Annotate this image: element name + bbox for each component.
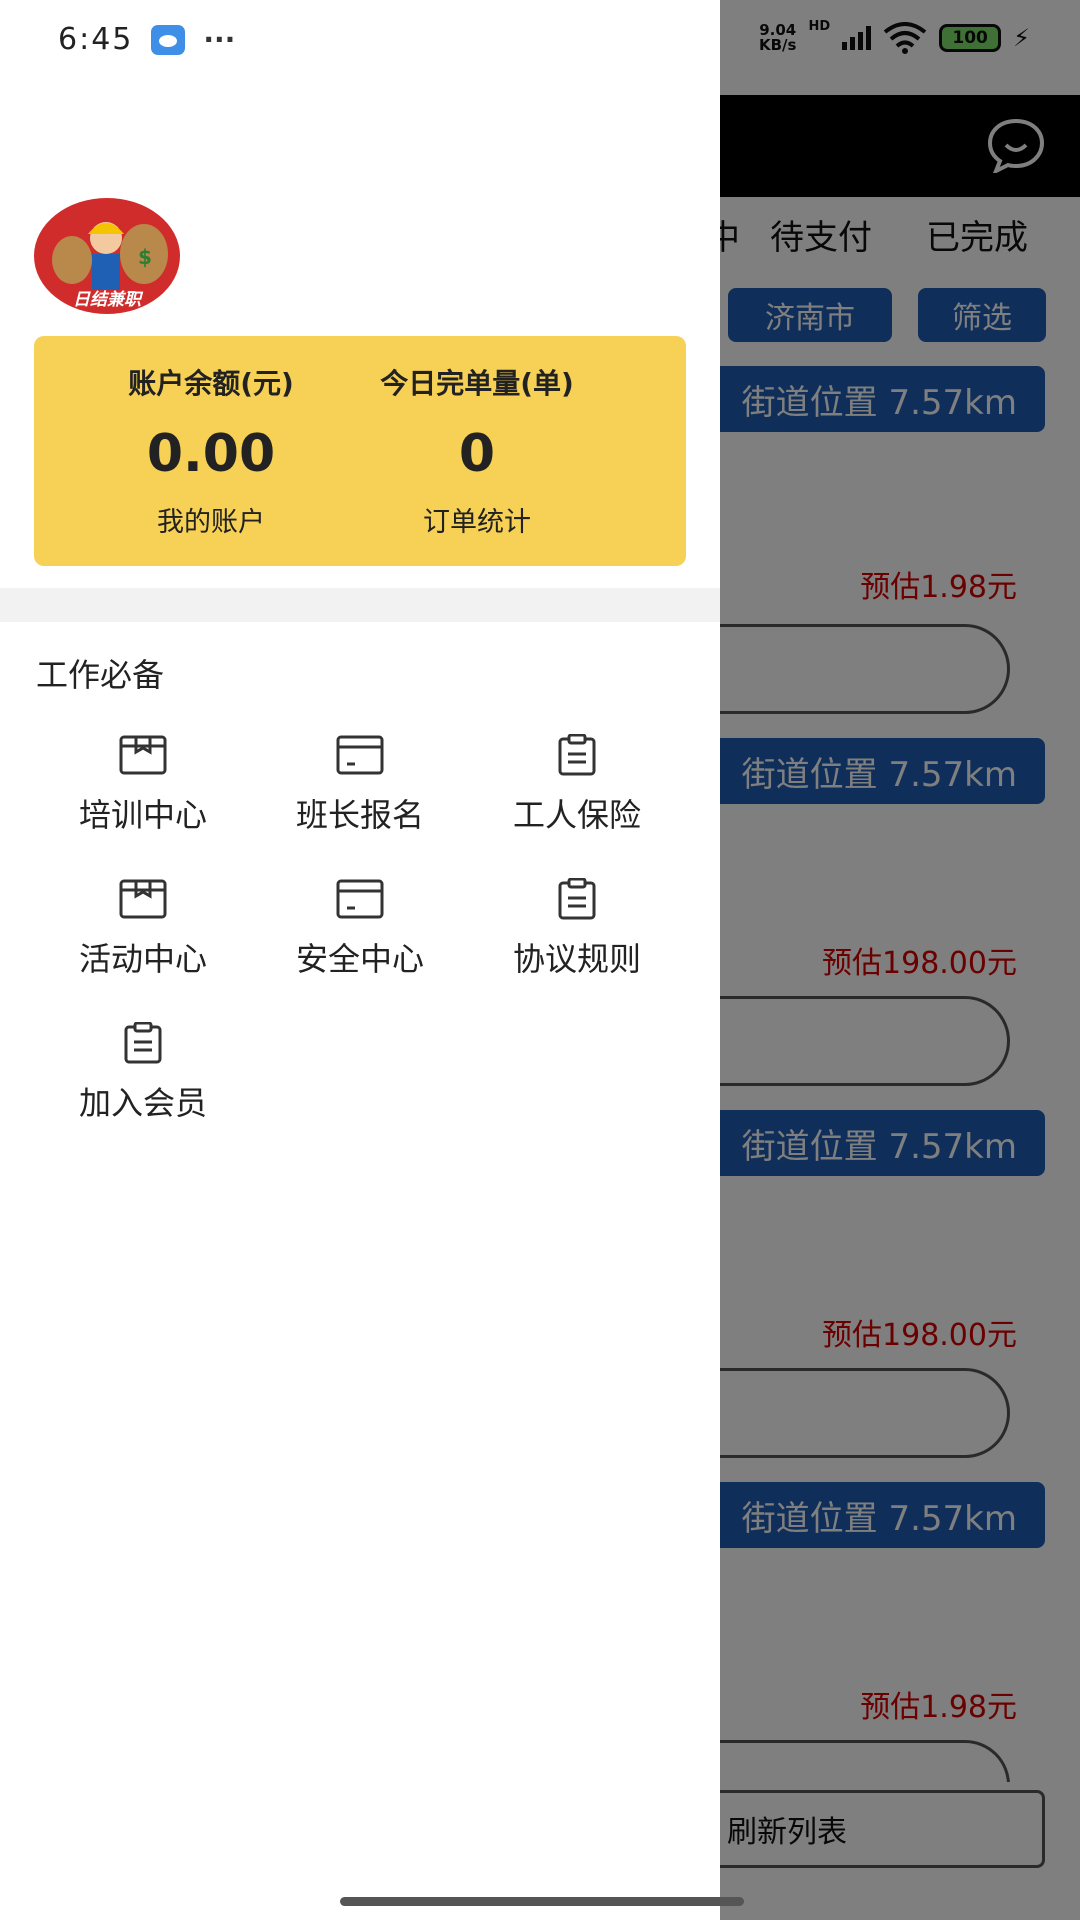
box-icon <box>119 879 167 919</box>
orders-today-label: 今日完单量(单) <box>380 367 574 400</box>
clipboard-icon <box>124 1021 162 1064</box>
tool-activity-center[interactable]: 活动中心 <box>43 878 243 980</box>
svg-text:$: $ <box>138 245 152 269</box>
balance-label: 账户余额(元) <box>128 367 294 400</box>
tool-label: 协议规则 <box>512 940 641 978</box>
card-icon <box>336 879 384 919</box>
tool-label: 培训中心 <box>78 796 207 834</box>
tool-label: 安全中心 <box>295 940 424 978</box>
account-stats-card: 账户余额(元) 0.00 我的账户 今日完单量(单) 0 订单统计 <box>34 336 686 566</box>
status-bar-left: 6:45 ··· <box>58 22 235 57</box>
tool-safety-center[interactable]: 安全中心 <box>260 878 460 980</box>
tool-training-center[interactable]: 培训中心 <box>43 734 243 836</box>
my-account-link[interactable]: 我的账户 <box>78 500 344 539</box>
card-icon <box>336 735 384 775</box>
tool-label: 加入会员 <box>78 1084 207 1122</box>
clipboard-icon <box>558 733 596 776</box>
status-time: 6:45 <box>58 22 134 57</box>
home-indicator[interactable] <box>340 1897 744 1906</box>
tool-label: 工人保险 <box>512 796 641 834</box>
side-drawer: 6:45 ··· $ 日结兼职 账户余额(元) 0.00 我的账户 今日完单量(… <box>0 0 720 1920</box>
balance-value: 0.00 <box>146 424 276 484</box>
tool-label: 班长报名 <box>295 796 424 834</box>
box-icon <box>119 735 167 775</box>
tool-monitor-signup[interactable]: 班长报名 <box>260 734 460 836</box>
tool-worker-insurance[interactable]: 工人保险 <box>477 733 677 836</box>
orders-today-stat[interactable]: 今日完单量(单) 0 订单统计 <box>344 362 610 539</box>
orders-today-value: 0 <box>458 424 496 484</box>
more-notifications-icon: ··· <box>203 23 236 56</box>
tool-join-membership[interactable]: 加入会员 <box>43 1021 243 1124</box>
section-divider <box>0 588 720 622</box>
cloud-app-icon <box>151 24 186 55</box>
section-title: 工作必备 <box>36 656 165 694</box>
tool-agreement-rules[interactable]: 协议规则 <box>477 877 677 980</box>
avatar[interactable]: $ 日结兼职 <box>34 198 180 314</box>
clipboard-icon <box>558 877 596 920</box>
order-stats-link[interactable]: 订单统计 <box>344 500 610 539</box>
tool-label: 活动中心 <box>78 940 207 978</box>
avatar-text: 日结兼职 <box>73 290 141 310</box>
balance-stat[interactable]: 账户余额(元) 0.00 我的账户 <box>78 362 344 539</box>
